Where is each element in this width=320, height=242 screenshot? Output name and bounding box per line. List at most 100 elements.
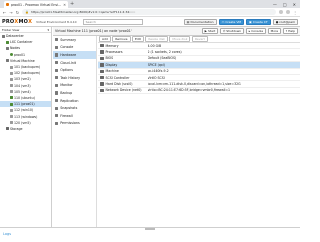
shutdown-label: Shutdown — [226, 29, 242, 33]
logo-x2: X — [28, 18, 33, 25]
new-tab-button[interactable]: + — [70, 1, 74, 8]
menu-item-replication[interactable]: Replication — [53, 97, 96, 105]
menu-item-summary[interactable]: Summary — [53, 36, 96, 44]
vm-icon — [10, 102, 13, 106]
summary-icon — [55, 38, 59, 42]
cloud-init-icon — [55, 60, 59, 65]
create-ct-button[interactable]: ▣ Create CT — [245, 18, 271, 25]
hardware-row[interactable]: Network Device (net0) virtio=BC:24:11:E7:… — [98, 88, 300, 95]
backup-icon — [55, 91, 59, 95]
console-label: Console — [251, 29, 264, 33]
tree-item[interactable]: Storage — [0, 126, 51, 132]
pve-header: PRO X MO X Virtual Environment 8.4.10 Searc… — [0, 17, 300, 27]
minimize-button[interactable]: — — [273, 2, 277, 7]
hardware-row-name: SCSI Controller — [105, 75, 130, 80]
hardware-row-name: Processors — [105, 50, 123, 55]
tree-list: Datacenter LXC Container Nodes prox01 Virtua… — [0, 33, 51, 132]
book-icon: ▤ — [186, 19, 190, 24]
tree-item-label: 102 (backupvm) — [14, 71, 41, 76]
vm-icon — [10, 108, 13, 112]
extension-icon[interactable] — [279, 10, 283, 14]
menu-item-label: Firewall — [60, 113, 73, 118]
shutdown-button[interactable]: ⏻ Shutdown — [219, 28, 245, 34]
user-menu-button[interactable]: ● root@pam — [272, 18, 298, 25]
logo-pro: PRO — [2, 18, 15, 25]
vm-icon — [10, 77, 13, 81]
resize-disk-button: Resize disk — [145, 36, 168, 42]
menu-item-label: Hardware — [60, 52, 77, 57]
add-button[interactable]: Add — [99, 36, 111, 42]
folder-icon — [6, 59, 9, 63]
hardware-row-value: 4.00 GiB — [147, 43, 162, 48]
console-icon — [55, 45, 59, 49]
menu-item-hardware[interactable]: Hardware — [53, 51, 96, 59]
firewall-icon — [55, 114, 59, 118]
revert-button: Revert — [191, 36, 208, 42]
hardware-row-value: virtio=BC:24:11:E7:6D:5F,bridge=vmbr0,fi… — [147, 88, 231, 93]
search-input[interactable]: Search — [82, 18, 143, 25]
remove-button[interactable]: Remove — [112, 36, 131, 42]
menu-item-label: Replication — [60, 98, 79, 103]
window-controls: — □ ✕ — [273, 0, 300, 8]
create-vm-button[interactable]: ▭ Create VM — [218, 18, 244, 25]
url-field[interactable]: 🔒 https://prox01.fdsafdmaster.org:8006/#… — [22, 9, 276, 15]
browser-menu-icon[interactable]: ⋮ — [293, 10, 297, 15]
tree-item-label: 120 (vm5) — [14, 120, 31, 125]
memory-icon — [100, 43, 104, 48]
profile-icon[interactable] — [286, 10, 290, 14]
menu-item-options[interactable]: Options — [53, 66, 96, 74]
browser-tab[interactable]: prox01 - Proxmox Virtual Envi... ✕ — [4, 1, 68, 8]
menu-item-firewall[interactable]: Firewall — [53, 112, 96, 120]
back-icon[interactable]: ← — [3, 10, 6, 15]
menu-item-label: Task History — [60, 75, 81, 80]
hardware-row-value: 2 (1 sockets, 2 cores) — [147, 50, 182, 55]
resize-handle[interactable] — [145, 228, 155, 230]
menu-item-label: Snapshots — [60, 106, 78, 111]
more-button[interactable]: More — [267, 28, 282, 34]
main-content: Virtual Machine 111 (prox01) on node 'pr… — [53, 27, 300, 227]
browser-tab-title: prox01 - Proxmox Virtual Envi... — [11, 2, 62, 7]
hardware-icon — [55, 53, 59, 57]
url-text: https://prox01.fdsafdmaster.org:8006/#v1… — [30, 10, 136, 14]
replication-icon — [55, 98, 59, 103]
vm-icon — [10, 121, 13, 125]
help-button[interactable]: ? Help — [282, 28, 298, 34]
logs-label[interactable]: Logs — [3, 232, 11, 236]
menu-item-console[interactable]: Console — [53, 44, 96, 52]
menu-item-backup[interactable]: Backup — [53, 89, 96, 97]
menu-item-snapshots[interactable]: Snapshots — [53, 104, 96, 112]
vm-header: Virtual Machine 111 (prox01) on node 'pr… — [53, 27, 300, 36]
reload-icon[interactable]: ↻ — [16, 10, 19, 15]
close-tab-icon[interactable]: ✕ — [63, 3, 66, 7]
tree-item-label: 104 (vm3) — [14, 83, 31, 88]
logo-mo: MO — [18, 18, 29, 25]
forward-icon[interactable]: → — [9, 10, 12, 15]
console-button[interactable]: ▸ Console — [245, 28, 267, 34]
chevron-down-icon[interactable]: ▾ — [47, 28, 49, 32]
network-device-net0--icon — [100, 88, 104, 93]
start-button[interactable]: ▶ Start — [201, 28, 219, 34]
hardware-row-name: Network Device (net0) — [105, 88, 142, 93]
menu-item-cloud-init[interactable]: Cloud-Init — [53, 59, 96, 67]
close-window-button[interactable]: ✕ — [293, 2, 296, 7]
machine-icon — [100, 69, 104, 73]
menu-item-label: Monitor — [60, 83, 73, 88]
container-icon — [6, 40, 9, 44]
more-label: More — [270, 29, 279, 33]
hardware-toolbar: Add Remove Edit Resize disk Move disk Revert — [98, 36, 300, 43]
search-placeholder: Search — [85, 19, 96, 24]
edit-button[interactable]: Edit — [132, 36, 144, 42]
maximize-button[interactable]: □ — [283, 2, 287, 7]
bios-icon — [100, 56, 104, 61]
hardware-list: Memory 4.00 GiB Processors 2 (1 sockets, 2 … — [98, 43, 300, 95]
create-vm-label: Create VM — [225, 19, 241, 24]
menu-item-task-history[interactable]: Task History — [53, 74, 96, 82]
menu-item-label: Console — [60, 45, 74, 50]
monitor-icon — [55, 83, 59, 87]
hardware-row-value: pc-i440fx-9.2 — [147, 69, 169, 74]
hardware-row-name: Hard Disk (scsi0) — [105, 82, 133, 87]
menu-item-permissions[interactable]: Permissions — [53, 120, 96, 128]
documentation-button[interactable]: ▤ Documentation — [183, 18, 217, 25]
vm-icon — [10, 84, 13, 88]
menu-item-monitor[interactable]: Monitor — [53, 82, 96, 90]
